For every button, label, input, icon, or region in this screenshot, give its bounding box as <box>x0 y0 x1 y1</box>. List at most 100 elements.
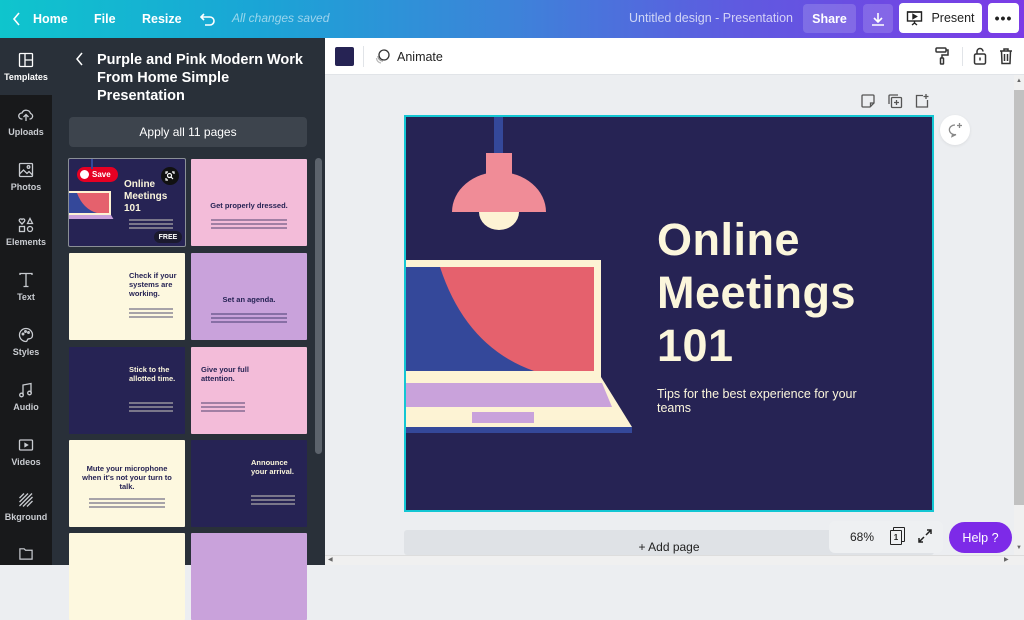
download-icon <box>872 12 884 26</box>
rail-audio[interactable]: Audio <box>0 369 52 424</box>
template-thumbnail[interactable]: Set an agenda. <box>191 253 307 340</box>
template-thumbnail[interactable]: Check if your systems are working. <box>69 253 185 340</box>
file-menu-button[interactable]: File <box>94 0 116 38</box>
add-page-icon <box>915 94 929 108</box>
delete-button[interactable] <box>996 46 1016 66</box>
fullscreen-button[interactable] <box>918 528 932 546</box>
cloud-upload-icon <box>18 109 34 121</box>
rail-videos[interactable]: Videos <box>0 424 52 479</box>
thumbnail-title: Check if your systems are working. <box>129 271 177 298</box>
thumbnail-body-text <box>251 499 295 501</box>
file-label: File <box>94 12 116 26</box>
template-thumbnail[interactable]: Announce your arrival. <box>191 440 307 527</box>
horizontal-scrollbar[interactable] <box>325 555 1024 565</box>
thumbnail-title: Get properly dressed. <box>210 201 288 210</box>
rail-label: Styles <box>12 346 40 357</box>
thumbnail-body-text <box>211 317 287 319</box>
page-count-button[interactable]: 1 <box>890 527 906 545</box>
thumbnail-body-text <box>89 506 165 508</box>
laptop-keyboard <box>406 383 612 407</box>
download-button[interactable] <box>863 4 893 33</box>
folder-icon <box>19 548 33 560</box>
rail-text[interactable]: Text <box>0 259 52 314</box>
panel-scrollbar[interactable] <box>315 158 322 454</box>
add-page-button-icon[interactable] <box>914 93 930 109</box>
slide-canvas[interactable]: Online Meetings 101 Tips for the best ex… <box>404 115 934 512</box>
rail-photos[interactable]: Photos <box>0 149 52 204</box>
image-icon <box>18 162 34 177</box>
rail-uploads[interactable]: Uploads <box>0 94 52 149</box>
thumbnail-title: Stick to the allotted time. <box>129 365 176 383</box>
thumbnail-body-text <box>129 316 173 318</box>
slide-subtitle[interactable]: Tips for the best experience for your te… <box>657 387 857 415</box>
share-button[interactable]: Share <box>803 4 856 33</box>
paint-roller-icon <box>935 47 949 65</box>
templates-icon <box>18 52 34 67</box>
more-options-button[interactable]: ••• <box>988 3 1019 33</box>
scroll-left-arrow[interactable]: ◀ <box>328 556 333 563</box>
unlock-icon <box>973 47 987 65</box>
scroll-right-arrow[interactable]: ▶ <box>1004 556 1009 563</box>
zoom-level[interactable]: 68% <box>850 530 874 544</box>
save-status: All changes saved <box>232 11 330 25</box>
shapes-icon <box>18 216 34 232</box>
visual-search-icon[interactable] <box>161 167 179 185</box>
template-thumbnail[interactable]: Stick to the allotted time. <box>69 347 185 434</box>
toolbar-divider <box>962 47 963 66</box>
rail-background[interactable]: Bkground <box>0 479 52 534</box>
rail-label: Elements <box>5 236 47 247</box>
thumbnail-body-text <box>89 502 165 504</box>
thumbnail-title: Give your full attention. <box>201 365 249 383</box>
thumbnail-body-text <box>129 227 173 229</box>
copy-style-button[interactable] <box>932 46 952 66</box>
vertical-scrollbar-thumb[interactable] <box>1014 90 1024 505</box>
scroll-up-arrow[interactable]: ▲ <box>1016 78 1022 84</box>
animate-button[interactable]: Animate <box>373 46 443 67</box>
thumbnail-body-text <box>211 321 287 323</box>
home-label: Home <box>33 12 68 26</box>
help-button[interactable]: Help ? <box>949 522 1012 553</box>
background-color-swatch[interactable] <box>335 47 354 66</box>
document-title[interactable]: Untitled design - Presentation <box>629 11 793 25</box>
thumbnail-body-text <box>251 503 295 505</box>
rail-folder[interactable] <box>0 534 52 565</box>
panel-back-button[interactable] <box>75 52 84 71</box>
template-thumbnail[interactable]: Get properly dressed. <box>191 159 307 246</box>
present-button[interactable]: Present <box>899 3 982 33</box>
thumbnail-body-text <box>129 410 173 412</box>
thumbnail-body-text <box>129 223 173 225</box>
template-thumbnail[interactable]: Online Meetings 101 Save FREE <box>68 158 186 247</box>
expand-icon <box>918 528 932 543</box>
add-comment-button[interactable] <box>940 115 970 145</box>
lock-button[interactable] <box>970 46 990 66</box>
page-notes-button[interactable] <box>860 93 876 109</box>
editor-toolbar: Animate <box>325 38 1024 75</box>
thumbnail-body-text <box>211 227 287 229</box>
template-thumbnail[interactable]: Give your full attention. <box>191 347 307 434</box>
comment-add-icon <box>948 123 962 138</box>
rail-elements[interactable]: Elements <box>0 204 52 259</box>
rail-label: Text <box>17 291 35 302</box>
resize-button[interactable]: Resize <box>142 0 182 38</box>
home-button[interactable]: Home <box>12 0 68 38</box>
thumbnail-body-text <box>211 313 287 315</box>
laptop-edge <box>406 427 632 433</box>
scroll-down-arrow[interactable]: ▼ <box>1016 545 1022 551</box>
thumbnail-body-text <box>89 498 165 500</box>
template-thumbnail[interactable] <box>69 533 185 620</box>
thumbnail-title: Set an agenda. <box>222 295 276 304</box>
template-thumbnail[interactable]: Mute your microphone when it's not your … <box>69 440 185 527</box>
free-badge: FREE <box>154 231 182 243</box>
apply-all-pages-button[interactable]: Apply all 11 pages <box>69 117 307 147</box>
duplicate-page-button[interactable] <box>887 93 903 109</box>
slide-title[interactable]: Online Meetings 101 <box>657 213 856 372</box>
thumbnail-body-text <box>129 402 173 404</box>
template-thumbnail[interactable] <box>191 533 307 620</box>
rail-label: Templates <box>4 71 48 82</box>
undo-button[interactable] <box>200 0 216 38</box>
rail-styles[interactable]: Styles <box>0 314 52 369</box>
undo-icon <box>200 13 215 26</box>
thumbnail-title: Announce your arrival. <box>251 458 294 476</box>
lamp-bulb <box>479 212 519 230</box>
rail-templates[interactable]: Templates <box>0 39 52 94</box>
